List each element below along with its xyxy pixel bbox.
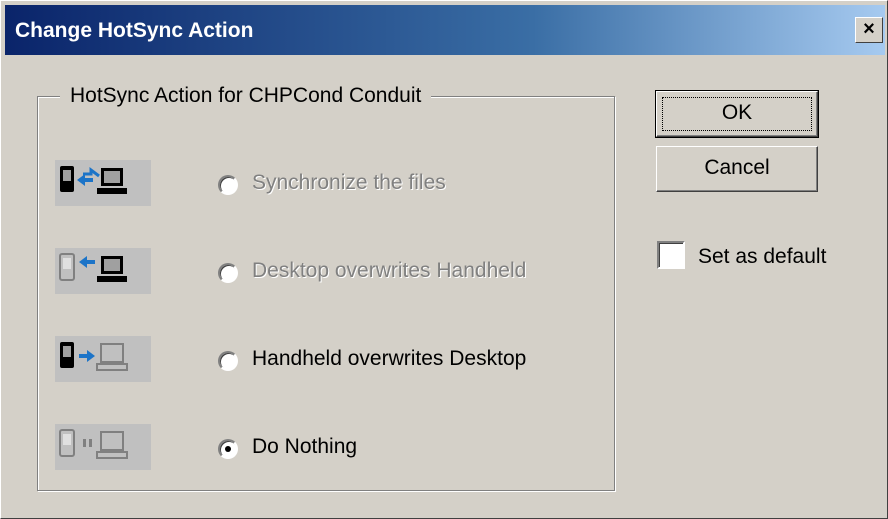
- handheld-overwrites-desktop-label: Handheld overwrites Desktop: [252, 347, 527, 370]
- set-as-default-checkbox[interactable]: [657, 241, 685, 269]
- do-nothing-label: Do Nothing: [252, 435, 358, 458]
- focus-rectangle: [662, 97, 812, 131]
- option-do-nothing: Do Nothing: [38, 416, 614, 476]
- handheld-to-desktop-icon: [55, 336, 151, 382]
- do-nothing-radio[interactable]: [218, 439, 238, 459]
- dialog-window: Change HotSync Action × HotSync Action f…: [0, 0, 888, 519]
- window-title: Change HotSync Action: [15, 19, 254, 42]
- group-label: HotSync Action for CHPCond Conduit: [60, 84, 432, 108]
- option-desktop-overwrites-handheld: Desktop overwrites Handheld: [38, 240, 614, 300]
- desktop-overwrites-handheld-radio[interactable]: [218, 263, 238, 283]
- handheld-sync-desktop-icon: [55, 160, 151, 206]
- hotsync-action-group: HotSync Action for CHPCond Conduit Synch…: [37, 84, 615, 491]
- ok-button[interactable]: OK: [655, 90, 819, 138]
- desktop-overwrites-handheld-label: Desktop overwrites Handheld: [252, 259, 527, 282]
- cancel-button[interactable]: Cancel: [656, 146, 818, 192]
- option-synchronize: Synchronize the files: [38, 152, 614, 212]
- radio-selected-dot: [225, 446, 231, 452]
- title-bar[interactable]: Change HotSync Action ×: [5, 5, 885, 55]
- close-icon: ×: [863, 18, 875, 40]
- do-nothing-icon: [55, 424, 151, 470]
- desktop-to-handheld-icon: [55, 248, 151, 294]
- synchronize-radio[interactable]: [218, 175, 238, 195]
- set-as-default-label[interactable]: Set as default: [698, 245, 826, 269]
- synchronize-label: Synchronize the files: [252, 171, 446, 194]
- cancel-button-label: Cancel: [704, 156, 770, 179]
- handheld-overwrites-desktop-radio[interactable]: [218, 351, 238, 371]
- close-button[interactable]: ×: [855, 17, 883, 43]
- option-handheld-overwrites-desktop: Handheld overwrites Desktop: [38, 328, 614, 388]
